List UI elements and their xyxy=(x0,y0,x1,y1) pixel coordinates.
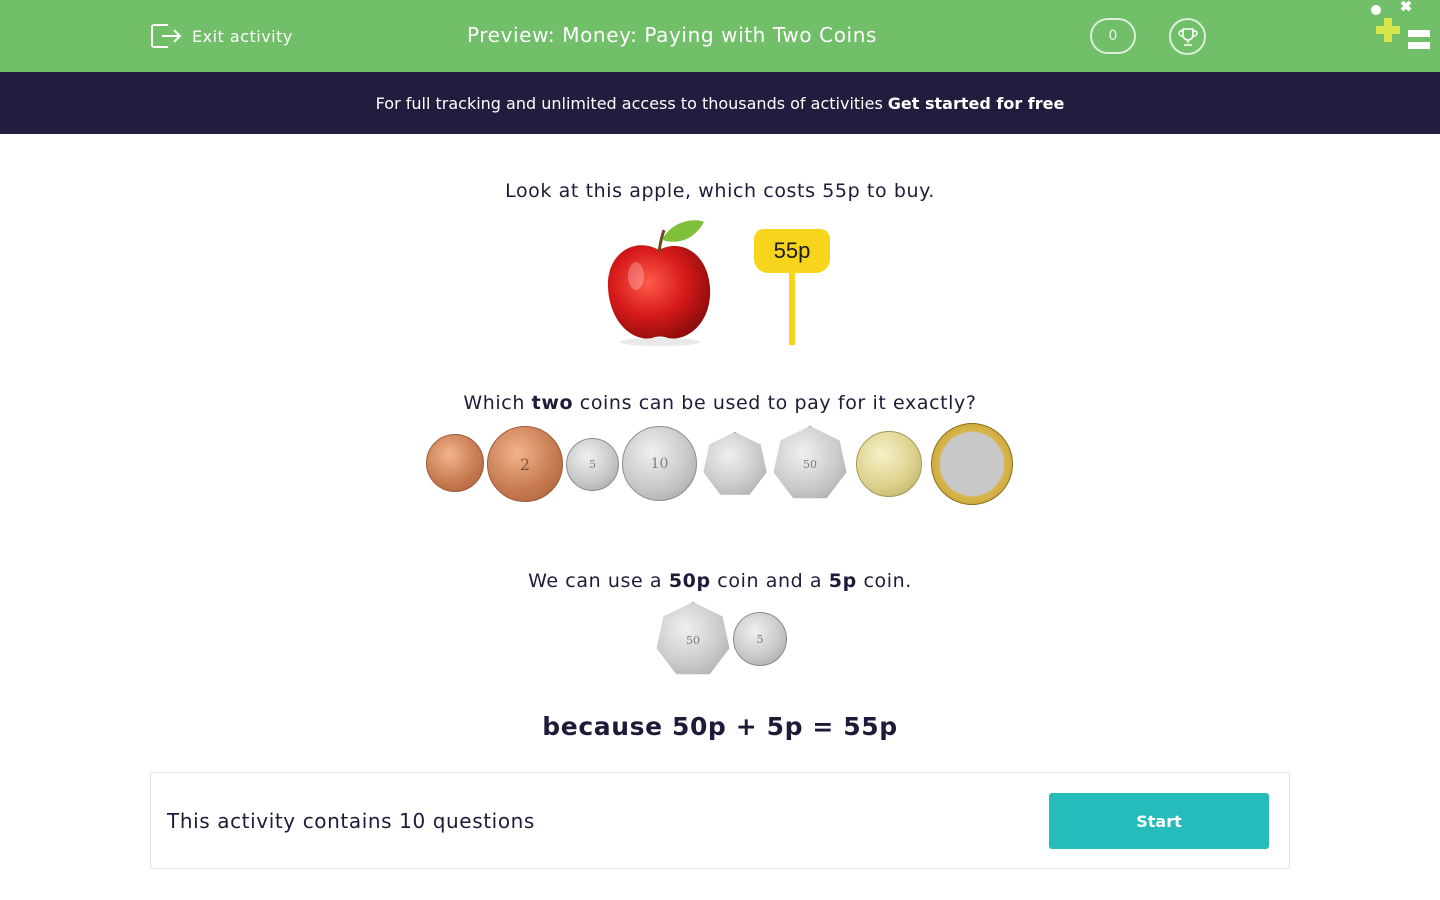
brand-logo xyxy=(1371,0,1430,49)
price-tag-label: 55p xyxy=(754,229,830,273)
prompt-post: coins can be used to pay for it exactly? xyxy=(579,392,977,414)
price-tag: 55p xyxy=(754,229,832,347)
start-button[interactable]: Start xyxy=(1049,793,1269,849)
apple-image xyxy=(607,220,711,346)
question-intro: Look at this apple, which costs 55p to b… xyxy=(505,180,935,202)
question-prompt: Which two coins can be used to pay for i… xyxy=(0,392,1440,414)
explanation-coin-a: 50p xyxy=(668,570,711,592)
explanation-text: We can use a 50p coin and a 5p coin. xyxy=(0,570,1440,592)
page-title: Preview: Money: Paying with Two Coins xyxy=(466,23,878,47)
top-bar: Exit activity Preview: Money: Paying wit… xyxy=(0,0,1440,72)
explanation-coin-b: 5p xyxy=(828,570,857,592)
get-started-link[interactable]: Get started for free xyxy=(888,94,1065,113)
answer-coin-50p: 50 xyxy=(656,602,730,675)
promo-text: For full tracking and unlimited access t… xyxy=(375,93,883,113)
trophy-button[interactable] xyxy=(1169,18,1206,55)
coin-1p xyxy=(426,434,484,492)
explanation-mid: coin and a xyxy=(717,570,823,592)
prompt-bold: two xyxy=(531,392,574,414)
trophy-icon xyxy=(1177,27,1198,46)
activity-info: This activity contains 10 questions xyxy=(167,809,535,833)
coin-1-pound xyxy=(856,431,922,497)
activity-footer: This activity contains 10 questions Star… xyxy=(150,772,1290,869)
because-statement: because 50p + 5p = 55p xyxy=(542,712,898,741)
coin-5p: 5 xyxy=(566,438,619,491)
score-badge: 0 xyxy=(1090,18,1136,54)
prompt-pre: Which xyxy=(463,392,525,414)
coin-options: 2 5 10 50 xyxy=(0,422,1440,506)
coin-10p: 10 xyxy=(622,426,697,501)
explanation-post: coin. xyxy=(863,570,912,592)
price-tag-stick xyxy=(789,269,795,345)
coin-2-pound xyxy=(931,423,1013,505)
answer-coins: 50 5 xyxy=(0,600,1440,680)
explanation-pre: We can use a xyxy=(528,570,663,592)
answer-coin-5p: 5 xyxy=(733,612,787,666)
promo-banner: For full tracking and unlimited access t… xyxy=(0,72,1440,134)
coin-2p: 2 xyxy=(487,426,563,502)
coin-50p: 50 xyxy=(773,426,847,499)
coin-20p xyxy=(703,432,767,495)
